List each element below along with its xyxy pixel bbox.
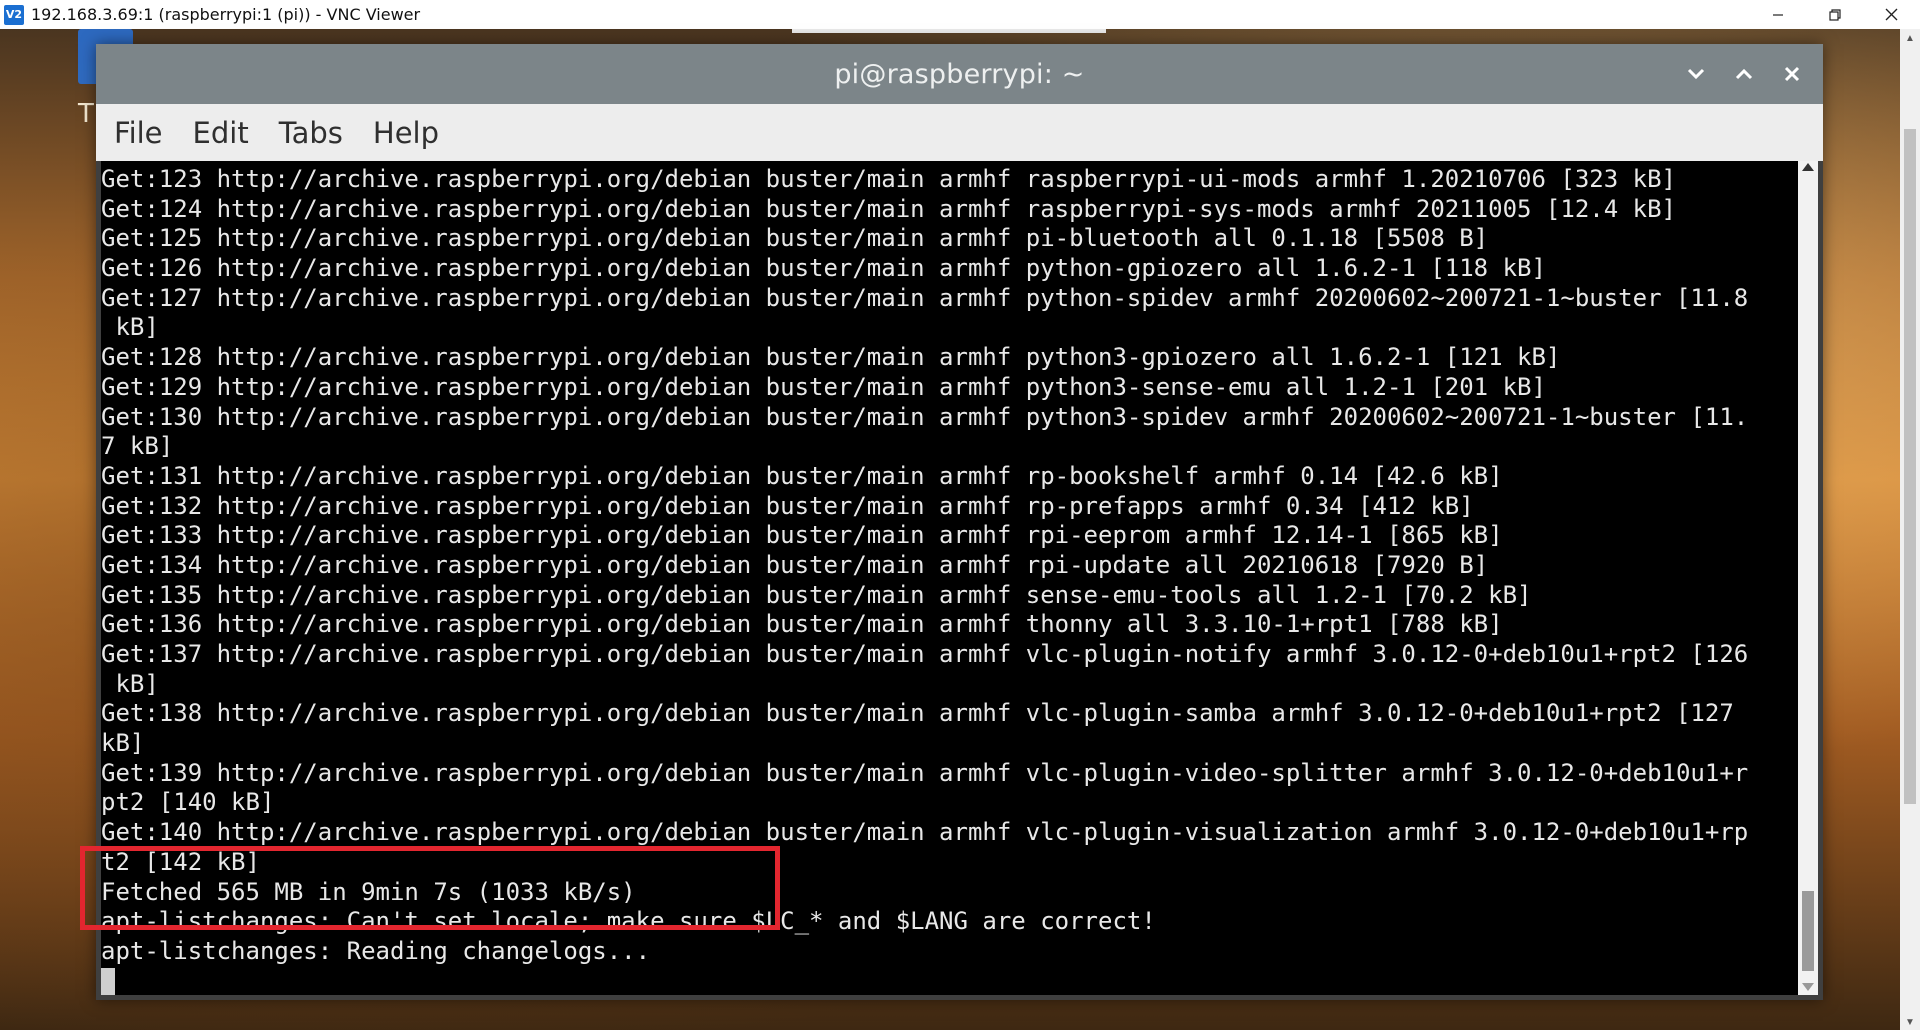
terminal-minimize-button[interactable] (1683, 61, 1709, 87)
annotation-highlight-box (80, 846, 780, 930)
menu-edit[interactable]: Edit (193, 116, 249, 150)
close-icon (1885, 8, 1898, 21)
vnc-window-title: 192.168.3.69:1 (raspberrypi:1 (pi)) - VN… (31, 5, 421, 24)
restore-icon (1828, 8, 1841, 21)
scroll-up-icon[interactable]: ▲ (1905, 33, 1915, 44)
terminal-line: Get:126 http://archive.raspberrypi.org/d… (101, 254, 1546, 283)
terminal-line: Get:129 http://archive.raspberrypi.org/d… (101, 372, 1546, 401)
terminal-line: Get:124 http://archive.raspberrypi.org/d… (101, 194, 1676, 223)
terminal-line: kB] (101, 669, 159, 698)
terminal-line: Get:137 http://archive.raspberrypi.org/d… (101, 640, 1749, 668)
terminal-menubar: File Edit Tabs Help (96, 104, 1823, 161)
terminal-scroll-thumb[interactable] (1802, 891, 1814, 971)
terminal-maximize-button[interactable] (1731, 61, 1757, 87)
menu-file[interactable]: File (114, 116, 163, 150)
terminal-window-controls (1683, 44, 1805, 104)
terminal-close-button[interactable] (1779, 61, 1805, 87)
minimize-button[interactable] (1749, 0, 1806, 29)
terminal-line: Get:132 http://archive.raspberrypi.org/d… (101, 491, 1474, 520)
terminal-line: Get:138 http://archive.raspberrypi.org/d… (101, 699, 1734, 728)
terminal-line: 7 kB] (101, 432, 174, 461)
terminal-line: Get:133 http://archive.raspberrypi.org/d… (101, 521, 1503, 550)
terminal-line: Get:139 http://archive.raspberrypi.org/d… (101, 758, 1749, 787)
vnc-titlebar: V2 192.168.3.69:1 (raspberrypi:1 (pi)) -… (0, 0, 1920, 29)
terminal-titlebar[interactable]: pi@raspberrypi: ~ (96, 44, 1823, 104)
terminal-line: Get:131 http://archive.raspberrypi.org/d… (101, 461, 1503, 490)
terminal-line: apt-listchanges: Reading changelogs... (101, 936, 651, 965)
chevron-up-icon (1735, 68, 1753, 80)
terminal-title: pi@raspberrypi: ~ (834, 58, 1085, 90)
terminal-line: Get:136 http://archive.raspberrypi.org/d… (101, 610, 1503, 639)
menu-tabs[interactable]: Tabs (279, 116, 343, 150)
scroll-down-icon[interactable]: ▼ (1905, 1017, 1915, 1028)
terminal-line: Get:134 http://archive.raspberrypi.org/d… (101, 550, 1489, 579)
terminal-scrollbar[interactable] (1798, 161, 1818, 995)
restore-button[interactable] (1806, 0, 1863, 29)
close-icon (1784, 66, 1800, 82)
terminal-line: pt2 [140 kB] (101, 788, 275, 817)
chevron-down-icon (1687, 68, 1705, 80)
desktop-panel-edge (792, 29, 1106, 33)
terminal-line: Get:123 http://archive.raspberrypi.org/d… (101, 165, 1676, 193)
terminal-line: Get:125 http://archive.raspberrypi.org/d… (101, 224, 1489, 253)
vnc-scroll-thumb[interactable] (1904, 129, 1916, 804)
terminal-line: Get:130 http://archive.raspberrypi.org/d… (101, 402, 1749, 431)
scroll-up-icon[interactable] (1802, 163, 1814, 171)
terminal-prompt-line[interactable] (101, 967, 1748, 995)
desktop-icon-label: T (78, 99, 94, 129)
vnc-scrollbar[interactable]: ▲ ▼ (1900, 29, 1920, 1030)
terminal-line: kB] (101, 313, 159, 342)
scroll-down-icon[interactable] (1802, 983, 1814, 991)
terminal-line: Get:140 http://archive.raspberrypi.org/d… (101, 818, 1749, 847)
vnc-logo-icon: V2 (4, 4, 24, 25)
close-button[interactable] (1863, 0, 1920, 29)
minimize-icon (1772, 13, 1783, 16)
terminal-line: kB] (101, 729, 145, 758)
menu-help[interactable]: Help (373, 116, 439, 150)
terminal-line: Get:127 http://archive.raspberrypi.org/d… (101, 283, 1749, 312)
terminal-line: Get:128 http://archive.raspberrypi.org/d… (101, 343, 1561, 372)
terminal-line: Get:135 http://archive.raspberrypi.org/d… (101, 580, 1532, 609)
vnc-window-controls (1749, 0, 1920, 29)
terminal-cursor (101, 968, 115, 995)
